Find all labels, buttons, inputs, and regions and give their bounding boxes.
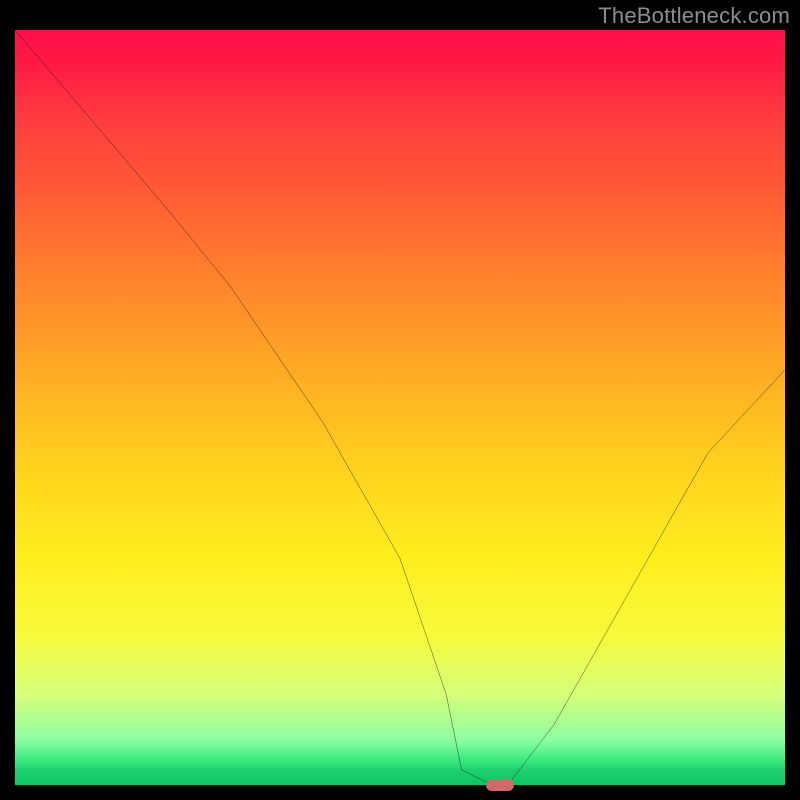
bottleneck-curve xyxy=(15,30,785,785)
watermark-label: TheBottleneck.com xyxy=(598,3,790,29)
curve-path xyxy=(15,30,785,785)
plot-area xyxy=(15,30,785,785)
bottleneck-chart: TheBottleneck.com xyxy=(0,0,800,800)
